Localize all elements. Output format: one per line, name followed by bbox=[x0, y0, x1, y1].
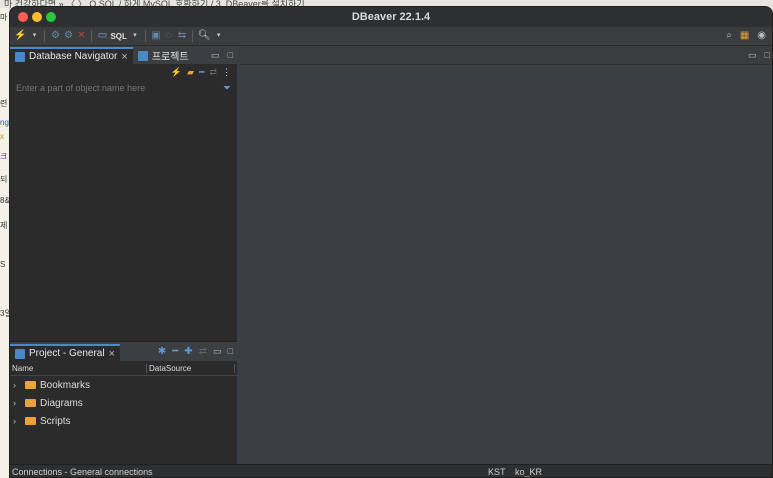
toolbar-separator bbox=[191, 30, 193, 42]
perspective-icon[interactable]: ▦ bbox=[740, 30, 749, 41]
tree-item-label: Scripts bbox=[40, 415, 71, 427]
connect-icon[interactable]: ⚙ bbox=[50, 30, 60, 42]
project-panel: Project - General × ✱ ━ ✚ ⇄ ▭ □ Name Dat… bbox=[10, 341, 237, 464]
panel-controls: ▭ □ bbox=[211, 50, 233, 61]
minimize-icon[interactable]: ▭ bbox=[211, 50, 220, 61]
database-navigator-panel: Database Navigator × 프로젝트 ▭ □ ⚡ ▰ ━ ⇄ ⋮ bbox=[10, 47, 237, 340]
sql-editor-icon[interactable]: ▭ bbox=[97, 30, 107, 42]
folder-icon bbox=[25, 417, 36, 425]
cancel-icon[interactable]: ✕ bbox=[76, 30, 86, 42]
avatar-icon[interactable]: ◉ bbox=[757, 30, 766, 41]
toolbar-right: ⌕ ▦ ◉ bbox=[726, 30, 766, 41]
collapse-all-icon[interactable]: ━ bbox=[199, 67, 204, 78]
new-folder-icon[interactable]: ▰ bbox=[187, 67, 194, 78]
settings-icon[interactable]: ✱ bbox=[158, 346, 166, 357]
project-toolbar: ✱ ━ ✚ ⇄ ▭ □ bbox=[158, 346, 233, 357]
column-header-datasource[interactable]: DataSource bbox=[147, 364, 235, 373]
tab-database-navigator[interactable]: Database Navigator × bbox=[10, 47, 133, 64]
database-icon bbox=[15, 51, 25, 62]
maximize-icon[interactable]: □ bbox=[228, 50, 233, 61]
maximize-icon[interactable]: □ bbox=[228, 346, 233, 357]
tree-item-scripts[interactable]: › Scripts bbox=[10, 412, 237, 430]
project-column-headers: Name DataSource bbox=[10, 362, 237, 376]
tree-item-bookmarks[interactable]: › Bookmarks bbox=[10, 376, 237, 394]
timezone-status: KST bbox=[488, 467, 506, 477]
disconnect-icon[interactable]: ⚙ bbox=[63, 30, 73, 42]
commit-icon[interactable]: ▣ bbox=[151, 30, 161, 42]
maximize-window-button[interactable] bbox=[46, 12, 56, 22]
collapse-all-icon[interactable]: ━ bbox=[172, 346, 178, 357]
search-icon[interactable]: 🔍︎ bbox=[198, 30, 211, 42]
link-editor-icon[interactable]: ⇄ bbox=[209, 67, 217, 78]
editor-tab-strip: ▭ □ bbox=[239, 47, 772, 65]
background-chip: 련 bbox=[0, 99, 8, 108]
toolbar-separator bbox=[91, 30, 93, 42]
background-chip: S bbox=[0, 260, 6, 269]
new-connection-icon[interactable]: ⚡ bbox=[14, 30, 26, 42]
dropdown-arrow-icon[interactable]: ▾ bbox=[29, 30, 39, 42]
maximize-icon[interactable]: □ bbox=[765, 50, 770, 61]
background-chip: 마 bbox=[0, 13, 8, 22]
navigator-toolbar: ⚡ ▰ ━ ⇄ ⋮ bbox=[10, 65, 237, 79]
new-connection-icon[interactable]: ⚡ bbox=[171, 67, 182, 78]
locale-status: ko_KR bbox=[515, 467, 543, 477]
background-chip: 3일 bbox=[0, 309, 9, 318]
filter-icon[interactable]: ⏷ bbox=[223, 83, 231, 94]
minimize-window-button[interactable] bbox=[32, 12, 42, 22]
tree-item-diagrams[interactable]: › Diagrams bbox=[10, 394, 237, 412]
left-pane: Database Navigator × 프로젝트 ▭ □ ⚡ ▰ ━ ⇄ ⋮ bbox=[10, 47, 237, 464]
navigator-tabs: Database Navigator × 프로젝트 ▭ □ bbox=[10, 47, 237, 65]
link-editor-icon[interactable]: ⇄ bbox=[199, 346, 207, 357]
folder-icon bbox=[25, 381, 36, 389]
background-chip: 크 bbox=[0, 152, 8, 161]
close-icon[interactable]: × bbox=[109, 348, 115, 360]
editor-controls: ▭ □ bbox=[748, 50, 770, 61]
background-left-strip: 마 련 ng x 크 되 8& 제 S 3일 bbox=[0, 8, 9, 478]
tab-label: 프로젝트 bbox=[151, 52, 189, 63]
rollback-icon[interactable]: ⇆ bbox=[177, 30, 187, 42]
status-bar: Connections - General connections KST ko… bbox=[10, 464, 772, 477]
dropdown-arrow-icon[interactable]: ▾ bbox=[214, 30, 224, 42]
minimize-icon[interactable]: ▭ bbox=[748, 50, 757, 61]
background-chip: 되 bbox=[0, 175, 8, 184]
expand-all-icon[interactable]: ✚ bbox=[184, 346, 192, 357]
tab-label: Project - General bbox=[29, 348, 105, 359]
background-chip: 8& bbox=[0, 196, 9, 205]
background-chip: ng bbox=[0, 118, 9, 127]
object-filter-input[interactable] bbox=[16, 83, 223, 93]
title-bar: DBeaver 22.1.4 bbox=[10, 7, 772, 27]
tree-item-label: Diagrams bbox=[40, 397, 83, 409]
dropdown-arrow-icon[interactable]: ▾ bbox=[130, 30, 140, 42]
main-toolbar: ⚡ ▾ ⚙ ⚙ ✕ ▭ SQL ▾ ▣ ◌ ⇆ 🔍︎ ▾ ⌕ ▦ ◉ bbox=[10, 27, 772, 46]
chevron-right-icon[interactable]: › bbox=[13, 380, 21, 390]
folder-icon bbox=[25, 399, 36, 407]
project-tabs: Project - General × ✱ ━ ✚ ⇄ ▭ □ bbox=[10, 342, 237, 362]
close-icon[interactable]: × bbox=[121, 51, 127, 63]
sql-button[interactable]: SQL bbox=[110, 32, 126, 41]
column-header-name[interactable]: Name bbox=[10, 364, 147, 373]
window-title: DBeaver 22.1.4 bbox=[351, 11, 431, 23]
navigator-filter: ⏷ bbox=[10, 80, 237, 96]
view-menu-icon[interactable]: ⋮ bbox=[222, 67, 231, 78]
connections-status: Connections - General connections bbox=[12, 467, 153, 477]
tab-label: Database Navigator bbox=[29, 51, 118, 62]
project-icon bbox=[137, 50, 148, 61]
background-chip: 제 bbox=[0, 221, 8, 230]
global-search-icon[interactable]: ⌕ bbox=[726, 30, 732, 41]
dbeaver-window: DBeaver 22.1.4 ⚡ ▾ ⚙ ⚙ ✕ ▭ SQL ▾ ▣ ◌ ⇆ 🔍… bbox=[9, 6, 773, 478]
chevron-right-icon[interactable]: › bbox=[13, 416, 21, 426]
tab-project-general[interactable]: Project - General × bbox=[10, 344, 121, 361]
toolbar-separator bbox=[44, 30, 46, 42]
editor-area: ▭ □ bbox=[239, 47, 772, 464]
tab-projects[interactable]: 프로젝트 bbox=[133, 47, 194, 64]
close-window-button[interactable] bbox=[18, 12, 28, 22]
background-chip: x bbox=[0, 132, 4, 141]
project-icon bbox=[15, 348, 25, 359]
tree-item-label: Bookmarks bbox=[40, 379, 91, 391]
transaction-icon[interactable]: ◌ bbox=[164, 30, 174, 42]
chevron-right-icon[interactable]: › bbox=[13, 398, 21, 408]
minimize-icon[interactable]: ▭ bbox=[213, 346, 222, 357]
toolbar-separator bbox=[144, 30, 146, 42]
